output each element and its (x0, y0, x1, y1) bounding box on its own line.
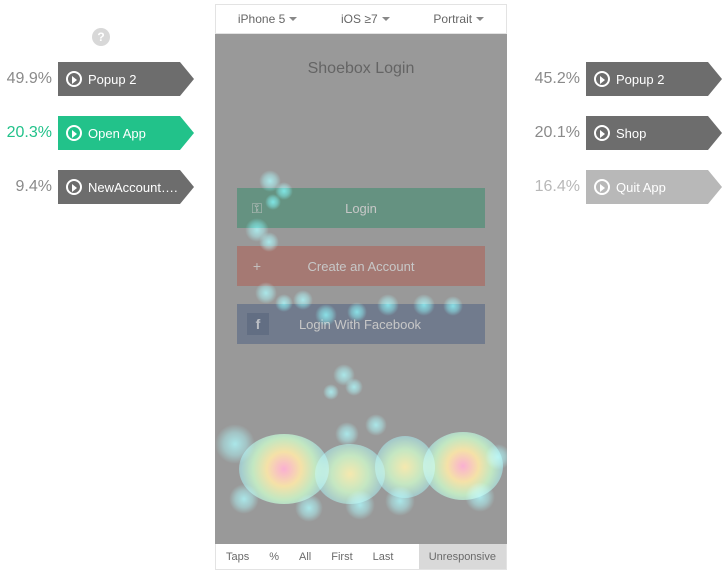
left-arrow-label: Open App (88, 126, 146, 141)
right-arrow-label: Shop (616, 126, 646, 141)
facebook-icon: f (247, 313, 269, 335)
help-icon[interactable]: ? (92, 28, 110, 46)
heat-blob (215, 424, 255, 464)
heat-blob (315, 444, 385, 504)
heat-blob (423, 432, 503, 500)
login-button[interactable]: ⚿ Login (237, 188, 485, 228)
create-account-label: Create an Account (277, 259, 485, 274)
heat-blob (333, 364, 355, 386)
heat-blob (385, 486, 415, 516)
screen-title: Shoebox Login (215, 34, 507, 78)
filter-last[interactable]: Last (363, 544, 404, 569)
heat-blob (365, 414, 387, 436)
play-icon (66, 71, 82, 87)
left-arrow-open-app[interactable]: Open App (58, 116, 180, 150)
heat-blob (485, 444, 507, 470)
play-icon (66, 125, 82, 141)
play-icon (66, 179, 82, 195)
plus-icon: + (237, 258, 277, 274)
heatmap-overlay (215, 34, 507, 544)
filter-taps[interactable]: Taps (216, 544, 259, 569)
login-button-label: Login (277, 201, 485, 216)
facebook-login-button[interactable]: f Login With Facebook (237, 304, 485, 344)
facebook-login-label: Login With Facebook (275, 317, 485, 332)
device-dropdown[interactable]: iPhone 5 (238, 12, 297, 26)
filter-percent[interactable]: % (259, 544, 289, 569)
left-arrow-label: NewAccount…. (88, 180, 178, 195)
right-arrow-popup2[interactable]: Popup 2 (586, 62, 708, 96)
filter-unresponsive[interactable]: Unresponsive (419, 544, 506, 569)
left-arrow-label: Popup 2 (88, 72, 136, 87)
heat-blob (323, 384, 339, 400)
left-arrow-new-account[interactable]: NewAccount…. (58, 170, 180, 204)
heat-blob (345, 490, 375, 520)
os-dropdown[interactable]: iOS ≥7 (341, 12, 390, 26)
key-icon: ⚿ (237, 200, 277, 217)
orientation-dropdown[interactable]: Portrait (433, 12, 484, 26)
left-pct-1: 20.3% (0, 124, 58, 142)
play-icon (594, 125, 610, 141)
filter-bottom-bar: Taps % All First Last Unresponsive (215, 544, 507, 570)
heat-blob (239, 434, 329, 504)
filter-all[interactable]: All (289, 544, 321, 569)
left-arrow-popup2[interactable]: Popup 2 (58, 62, 180, 96)
left-pct-2: 9.4% (0, 178, 58, 196)
play-icon (594, 71, 610, 87)
heat-blob (229, 484, 259, 514)
right-arrow-shop[interactable]: Shop (586, 116, 708, 150)
phone-screen: Shoebox Login ⚿ Login + Create an Accoun… (215, 34, 507, 544)
heat-blob (465, 482, 495, 512)
play-icon (594, 179, 610, 195)
heat-blob (335, 422, 359, 446)
right-pct-0: 45.2% (528, 70, 586, 88)
heat-blob (375, 436, 435, 498)
filter-first[interactable]: First (321, 544, 362, 569)
create-account-button[interactable]: + Create an Account (237, 246, 485, 286)
right-arrow-label: Quit App (616, 180, 666, 195)
right-arrow-label: Popup 2 (616, 72, 664, 87)
right-pct-1: 20.1% (528, 124, 586, 142)
right-arrow-quit-app[interactable]: Quit App (586, 170, 708, 204)
phone-preview: iPhone 5 iOS ≥7 Portrait Shoebox Login ⚿… (215, 4, 507, 570)
right-pct-2: 16.4% (528, 178, 586, 196)
device-top-bar: iPhone 5 iOS ≥7 Portrait (215, 4, 507, 34)
heat-blob (345, 378, 363, 396)
heat-blob (295, 494, 323, 522)
left-pct-0: 49.9% (0, 70, 58, 88)
